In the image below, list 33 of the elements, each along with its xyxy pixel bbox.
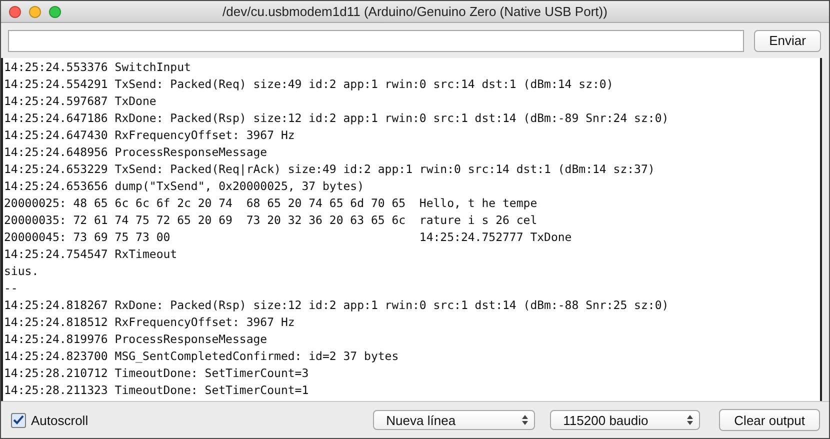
- output-line: 14:25:24.648956 ProcessResponseMessage: [3, 144, 268, 161]
- output-line: 14:25:24.553376 SwitchInput: [3, 59, 192, 76]
- output-line: 14:25:24.554291 TxSend: Packed(Req) size:49 id:2 app:1 rwin:0 src:14 dst:1 (dBm:14 sz:0): [3, 76, 614, 93]
- output-line: 14:25:24.647430 RxFrequencyOffset: 3967 Hz: [3, 127, 296, 144]
- autoscroll-checkbox[interactable]: Autoscroll: [11, 412, 88, 428]
- output-line: 20000025: 48 65 6c 6c 6f 2c 20 74 68 65 20 74 65 6d 70 65 Hello, t he tempe: [3, 195, 538, 212]
- send-button[interactable]: Enviar: [754, 30, 821, 52]
- send-input-field[interactable]: [8, 30, 744, 52]
- output-line: 14:25:24.818267 RxDone: Packed(Rsp) size:12 id:2 app:1 rwin:0 src:1 dst:14 (dBm:-88 Snr:25 sz:0): [3, 297, 670, 314]
- output-line: 14:25:24.819976 ProcessResponseMessage: [3, 331, 268, 348]
- output-line: 20000035: 72 61 74 75 72 65 20 69 73 20 32 36 20 63 65 6c rature i s 26 cel: [3, 212, 538, 229]
- checkmark-icon: [13, 415, 24, 425]
- output-line: 14:25:24.647186 RxDone: Packed(Rsp) size:12 id:2 app:1 rwin:0 src:1 dst:14 (dBm:-89 Snr:24 sz:0): [3, 110, 670, 127]
- output-line: 14:25:24.653229 TxSend: Packed(Req|rAck) size:49 id:2 app:1 rwin:0 src:14 dst:1 (dBm:14 sz:37): [3, 161, 656, 178]
- updown-arrows-icon: [522, 415, 528, 425]
- output-line: 14:25:24.597687 TxDone: [3, 93, 158, 110]
- output-line: 14:25:24.823700 MSG_SentCompletedConfirmed: id=2 37 bytes: [3, 348, 400, 365]
- output-line: 14:25:24.754547 RxTimeout: [3, 246, 178, 263]
- window-title: /dev/cu.usbmodem1d11 (Arduino/Genuino Zero (Native USB Port)): [222, 4, 608, 19]
- baud-rate-dropdown[interactable]: 115200 baudio: [550, 410, 700, 430]
- output-line: --: [3, 280, 19, 297]
- output-line: 14:25:28.211323 TimeoutDone: SetTimerCount=1: [3, 382, 310, 399]
- close-icon[interactable]: [9, 6, 21, 18]
- output-line: 20000045: 73 69 75 73 00 14:25:24.752777 TxDone: [3, 229, 573, 246]
- output-line: 14:25:28.210712 TimeoutDone: SetTimerCount=3: [3, 365, 310, 382]
- line-ending-dropdown[interactable]: Nueva línea: [373, 410, 536, 430]
- clear-output-button[interactable]: Clear output: [719, 409, 820, 431]
- minimize-icon[interactable]: [29, 6, 41, 18]
- output-line: 14:25:24.653656 dump("TxSend", 0x20000025, 37 bytes): [3, 178, 366, 195]
- zoom-icon[interactable]: [49, 6, 61, 18]
- output-line: 14:25:24.818512 RxFrequencyOffset: 3967 Hz: [3, 314, 296, 331]
- updown-arrows-icon: [687, 415, 694, 425]
- output-line: sius.: [3, 263, 40, 280]
